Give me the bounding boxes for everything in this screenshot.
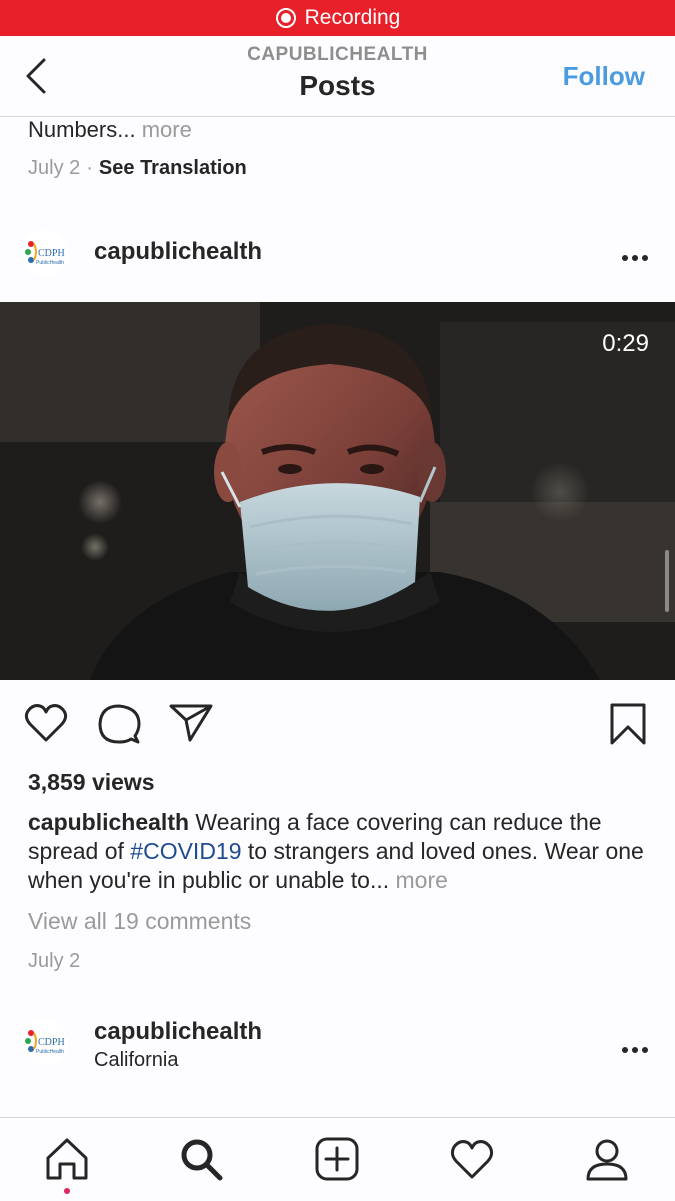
record-icon (275, 8, 296, 28)
caption-hashtag[interactable]: #COVID19 (130, 838, 241, 864)
bottom-tab-bar (0, 1117, 675, 1201)
share-send-icon[interactable] (168, 702, 214, 744)
follow-button[interactable]: Follow (563, 61, 645, 92)
cdph-logo-icon: CDPH PublicHealth (25, 1030, 65, 1055)
previous-post-meta: July 2 · See Translation (28, 157, 247, 180)
view-count[interactable]: 3,859 views (28, 769, 155, 796)
post-username[interactable]: capublichealth (94, 238, 262, 266)
previous-post-date: July 2 (28, 157, 81, 179)
scroll-indicator[interactable] (665, 550, 669, 612)
save-bookmark-icon[interactable] (608, 702, 648, 746)
next-post-options-icon[interactable] (622, 1040, 652, 1053)
video-duration: 0:29 (602, 330, 649, 357)
svg-text:PublicHealth: PublicHealth (36, 1049, 64, 1055)
top-navigation-header: CAPUBLICHEALTH Posts Follow (0, 36, 675, 117)
search-icon[interactable] (178, 1136, 224, 1182)
home-icon[interactable] (44, 1136, 90, 1182)
svg-text:CDPH: CDPH (38, 248, 65, 259)
profile-icon[interactable] (584, 1136, 630, 1182)
recording-indicator-bar[interactable]: Recording (0, 0, 675, 36)
view-all-comments-link[interactable]: View all 19 comments (28, 908, 251, 935)
like-heart-icon[interactable] (24, 702, 68, 744)
post-options-icon[interactable] (622, 248, 652, 261)
previous-post-caption: Numbers... more (28, 117, 192, 143)
svg-text:PublicHealth: PublicHealth (36, 260, 64, 266)
caption-username[interactable]: capublichealth (28, 809, 189, 835)
next-post-location[interactable]: California (94, 1049, 178, 1072)
previous-more-link[interactable]: more (142, 117, 192, 142)
post-caption: capublichealth Wearing a face covering c… (28, 808, 658, 895)
video-frame-masked-man (0, 302, 675, 680)
svg-text:CDPH: CDPH (38, 1037, 65, 1048)
post-avatar[interactable]: CDPH PublicHealth (22, 230, 68, 276)
see-translation-link[interactable]: See Translation (99, 157, 247, 179)
comment-icon[interactable] (97, 702, 141, 746)
new-post-icon[interactable] (314, 1136, 360, 1182)
next-post-username[interactable]: capublichealth (94, 1018, 262, 1046)
recording-label: Recording (304, 6, 401, 29)
next-post-avatar[interactable]: CDPH PublicHealth (22, 1019, 68, 1065)
activity-heart-icon[interactable] (449, 1136, 495, 1182)
home-notification-dot (64, 1188, 70, 1194)
separator-dot: · (86, 157, 93, 179)
post-video[interactable]: 0:29 (0, 302, 675, 680)
previous-caption-text: Numbers... (28, 117, 136, 142)
post-date: July 2 (28, 950, 81, 972)
caption-more-link[interactable]: more (396, 867, 448, 893)
cdph-logo-icon: CDPH PublicHealth (25, 241, 65, 266)
